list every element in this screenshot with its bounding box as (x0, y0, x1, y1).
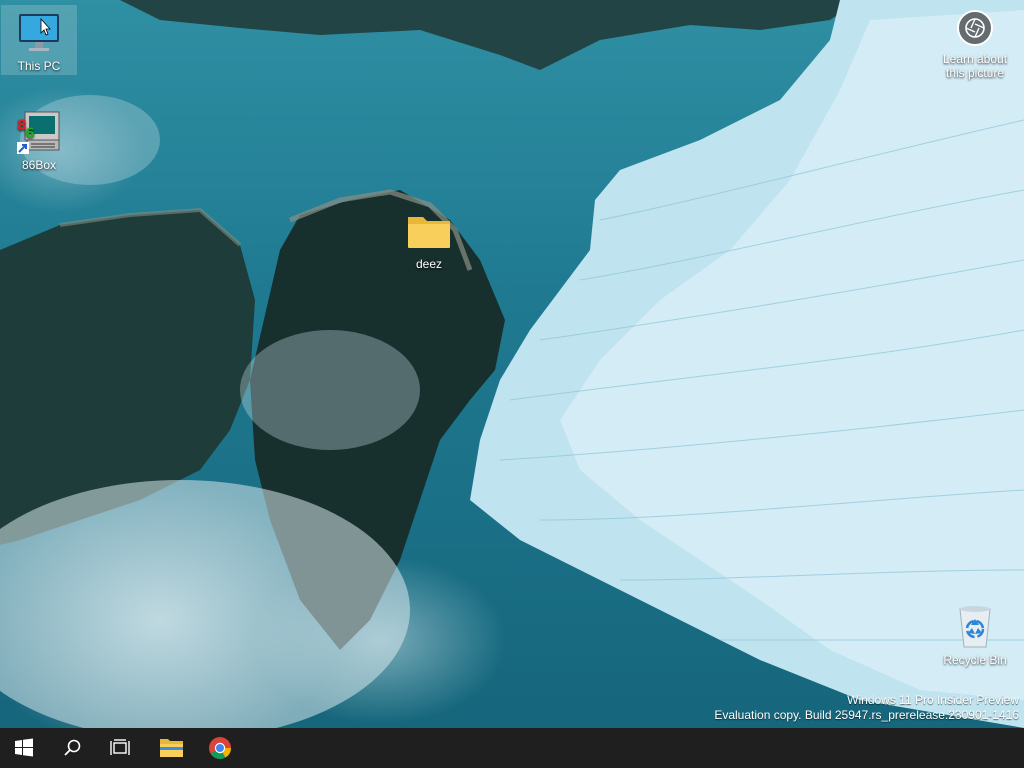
recycle-bin-desktop-icon[interactable]: Recycle Bin (937, 599, 1013, 669)
camera-lens-icon (957, 10, 993, 46)
svg-text:6: 6 (25, 126, 35, 142)
deez-folder-desktop-icon[interactable]: deez (391, 203, 467, 273)
recycle-bin-label: Recycle Bin (943, 653, 1007, 667)
learn-about-line1: Learn about (942, 52, 1008, 66)
chrome-taskbar-button[interactable] (196, 728, 244, 768)
windows-start-icon (15, 738, 33, 757)
86box-label: 86Box (21, 158, 57, 172)
start-button[interactable] (0, 728, 48, 768)
search-icon (64, 739, 81, 756)
chrome-icon (209, 737, 231, 759)
this-pc-desktop-icon[interactable]: This PC (1, 5, 77, 75)
file-explorer-icon (160, 739, 183, 757)
file-explorer-taskbar-button[interactable] (147, 728, 195, 768)
monitor-icon (15, 9, 63, 57)
watermark-build: Evaluation copy. Build 25947.rs_prerelea… (714, 708, 1019, 722)
desktop[interactable]: This PC 8 6 86Box deez Recycle Bin Learn… (0, 0, 1024, 728)
deez-label: deez (415, 257, 443, 271)
learn-about-picture-button[interactable]: Learn about this picture (934, 10, 1016, 80)
86box-desktop-icon[interactable]: 8 6 86Box (1, 104, 77, 174)
evaluation-watermark: Windows 11 Pro Insider Preview Evaluatio… (714, 693, 1019, 723)
task-view-button[interactable] (96, 728, 144, 768)
86box-app-icon: 8 6 (15, 108, 63, 156)
task-view-icon (110, 739, 130, 755)
search-button[interactable] (48, 728, 96, 768)
learn-about-line2: this picture (945, 66, 1005, 80)
wallpaper (0, 0, 1024, 728)
watermark-edition: Windows 11 Pro Insider Preview (847, 693, 1019, 707)
recycle-bin-icon (951, 603, 999, 651)
taskbar (0, 728, 1024, 768)
this-pc-label: This PC (17, 59, 61, 73)
folder-icon (405, 207, 453, 255)
